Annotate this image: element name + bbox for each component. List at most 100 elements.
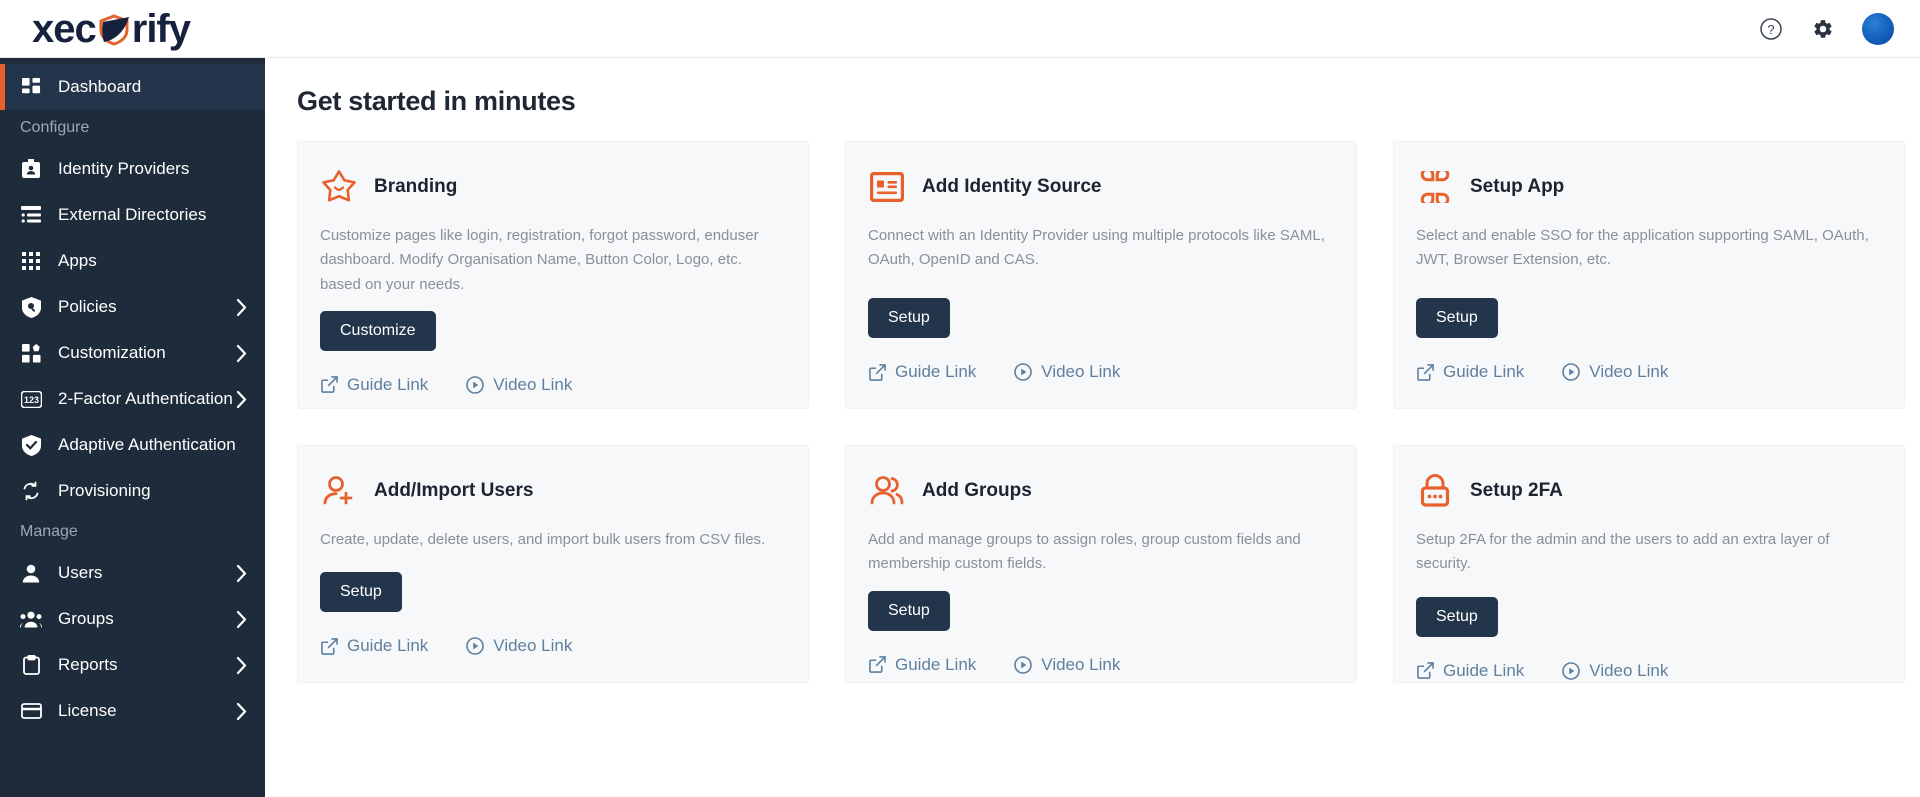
play-circle-icon — [1014, 363, 1032, 381]
setup-button[interactable]: Setup — [1416, 597, 1498, 637]
sidebar-item-policies[interactable]: Policies — [0, 284, 265, 330]
video-link[interactable]: Video Link — [1562, 362, 1668, 382]
app-logo[interactable]: xecrify — [32, 9, 190, 49]
guide-link-label: Guide Link — [347, 375, 428, 395]
help-circle-icon[interactable]: ? — [1758, 16, 1784, 42]
spacer — [1416, 577, 1880, 583]
gear-icon[interactable] — [1810, 16, 1836, 42]
chevron-right-icon — [236, 299, 247, 316]
customize-button[interactable]: Customize — [320, 311, 436, 351]
video-link[interactable]: Video Link — [1014, 655, 1120, 675]
setup-button[interactable]: Setup — [868, 298, 950, 338]
guide-link[interactable]: Guide Link — [1416, 661, 1524, 681]
card-header: Add/Import Users — [320, 472, 784, 510]
shield-icon — [97, 10, 131, 48]
video-link[interactable]: Video Link — [1014, 362, 1120, 382]
setup-button[interactable]: Setup — [320, 572, 402, 612]
play-circle-icon — [466, 637, 484, 655]
guide-link[interactable]: Guide Link — [320, 636, 428, 656]
numeric-123-icon: 123 — [20, 388, 42, 410]
guide-link[interactable]: Guide Link — [868, 362, 976, 382]
sidebar-item-adaptive-authentication[interactable]: Adaptive Authentication — [0, 422, 265, 468]
external-link-icon — [320, 376, 338, 394]
four-petals-icon — [1416, 168, 1454, 206]
sidebar-item-license[interactable]: License — [0, 688, 265, 734]
sidebar-item-label: 2-Factor Authentication — [58, 389, 236, 409]
card-links: Guide Link Video Link — [320, 636, 784, 656]
play-circle-icon — [466, 376, 484, 394]
guide-link[interactable]: Guide Link — [1416, 362, 1524, 382]
user-icon — [20, 562, 42, 584]
video-link[interactable]: Video Link — [1562, 661, 1668, 681]
sidebar-item-label: Policies — [58, 297, 236, 317]
chevron-right-icon — [236, 611, 247, 628]
chevron-right-icon — [236, 391, 247, 408]
sync-arrows-icon — [20, 480, 42, 502]
id-badge-icon — [20, 158, 42, 180]
user-plus-icon — [320, 472, 358, 510]
header-actions: ? — [1758, 13, 1894, 45]
card-links: Guide Link Video Link — [868, 362, 1332, 382]
sidebar-item-users[interactable]: Users — [0, 550, 265, 596]
video-link-label: Video Link — [493, 636, 572, 656]
spacer — [320, 552, 784, 558]
logo-text-after: rify — [132, 9, 190, 49]
sidebar-item-provisioning[interactable]: Provisioning — [0, 468, 265, 514]
padlock-dots-icon — [1416, 472, 1454, 510]
sidebar-item-label: Groups — [58, 609, 236, 629]
spacer — [868, 273, 1332, 284]
sidebar-item-2-factor-authentication[interactable]: 123 2-Factor Authentication — [0, 376, 265, 422]
card-add-identity-source[interactable]: Add Identity Source Connect with an Iden… — [845, 141, 1357, 409]
card-setup-2fa[interactable]: Setup 2FA Setup 2FA for the admin and th… — [1393, 445, 1905, 683]
svg-text:?: ? — [1767, 22, 1774, 37]
svg-text:123: 123 — [23, 395, 38, 405]
video-link[interactable]: Video Link — [466, 375, 572, 395]
play-circle-icon — [1562, 662, 1580, 680]
card-branding[interactable]: Branding Customize pages like login, reg… — [297, 141, 809, 409]
external-link-icon — [1416, 363, 1434, 381]
card-description: Setup 2FA for the admin and the users to… — [1416, 528, 1880, 577]
chevron-right-icon — [236, 345, 247, 362]
top-header-bar: xecrify ? — [0, 0, 1920, 58]
customization-blocks-icon — [20, 342, 42, 364]
sidebar-item-apps[interactable]: Apps — [0, 238, 265, 284]
card-setup-app[interactable]: Setup App Select and enable SSO for the … — [1393, 141, 1905, 409]
sidebar-item-dashboard[interactable]: Dashboard — [0, 64, 265, 110]
setup-button[interactable]: Setup — [868, 591, 950, 631]
video-link-label: Video Link — [1589, 661, 1668, 681]
users-group-icon — [20, 608, 42, 630]
main-content: Get started in minutes Branding Customiz… — [265, 58, 1920, 797]
card-add-groups[interactable]: Add Groups Add and manage groups to assi… — [845, 445, 1357, 683]
card-add-import-users[interactable]: Add/Import Users Create, update, delete … — [297, 445, 809, 683]
sidebar-item-label: License — [58, 701, 236, 721]
video-link-label: Video Link — [1041, 362, 1120, 382]
avatar[interactable] — [1862, 13, 1894, 45]
sidebar-item-label: Adaptive Authentication — [58, 435, 247, 455]
sidebar-item-label: Provisioning — [58, 481, 247, 501]
play-circle-icon — [1562, 363, 1580, 381]
sidebar-item-groups[interactable]: Groups — [0, 596, 265, 642]
list-directory-icon — [20, 204, 42, 226]
sidebar-item-customization[interactable]: Customization — [0, 330, 265, 376]
setup-button[interactable]: Setup — [1416, 298, 1498, 338]
sidebar-item-label: Identity Providers — [58, 159, 247, 179]
video-link[interactable]: Video Link — [466, 636, 572, 656]
card-description: Add and manage groups to assign roles, g… — [868, 528, 1332, 577]
sidebar-item-label: External Directories — [58, 205, 247, 225]
guide-link[interactable]: Guide Link — [320, 375, 428, 395]
guide-link[interactable]: Guide Link — [868, 655, 976, 675]
sidebar-item-external-directories[interactable]: External Directories — [0, 192, 265, 238]
sidebar-item-label: Customization — [58, 343, 236, 363]
sidebar-item-identity-providers[interactable]: Identity Providers — [0, 146, 265, 192]
external-link-icon — [868, 656, 886, 674]
logo-text-before: xec — [32, 9, 96, 49]
sidebar-item-reports[interactable]: Reports — [0, 642, 265, 688]
card-description: Connect with an Identity Provider using … — [868, 224, 1332, 273]
sidebar-item-label: Reports — [58, 655, 236, 675]
video-link-label: Video Link — [1589, 362, 1668, 382]
chevron-right-icon — [236, 565, 247, 582]
onboarding-card-grid: Branding Customize pages like login, reg… — [297, 141, 1888, 683]
sidebar-section-configure: Configure — [0, 110, 265, 146]
card-title: Branding — [374, 176, 457, 198]
card-description: Create, update, delete users, and import… — [320, 528, 784, 552]
